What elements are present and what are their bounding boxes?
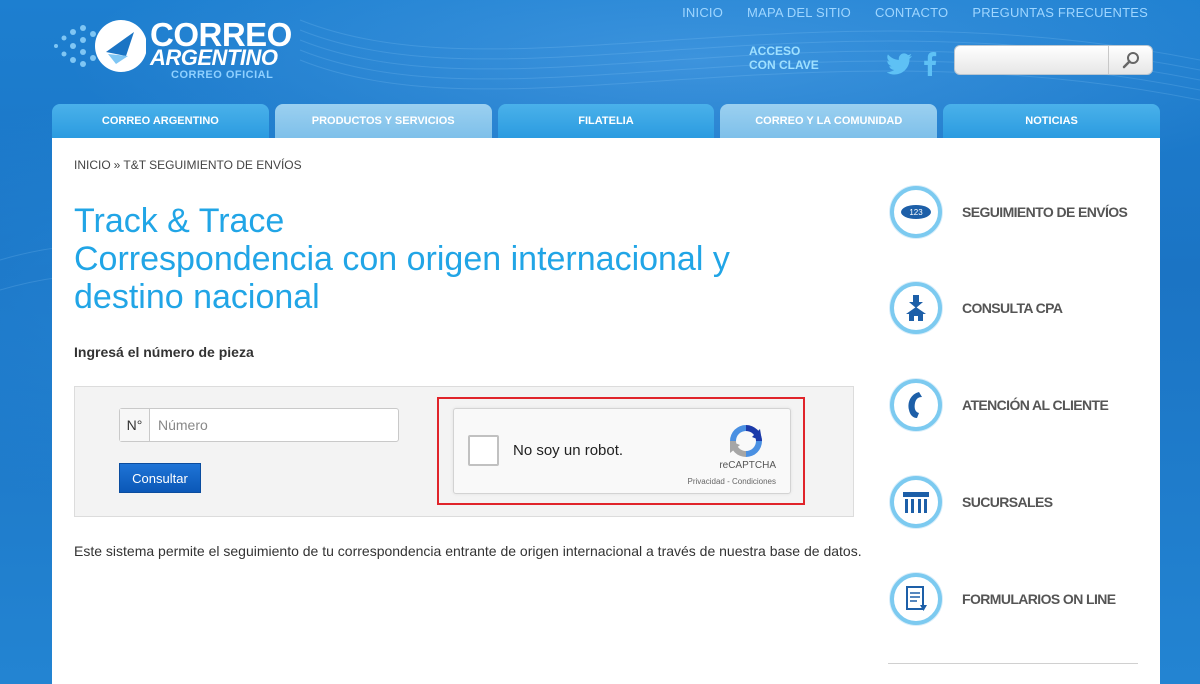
sidebar-item-formularios-on-line[interactable]: FORMULARIOS ON LINE	[890, 569, 1150, 629]
page-title-line2: Correspondencia con origen internacional…	[74, 240, 730, 316]
brand-tagline: CORREO OFICIAL	[171, 69, 274, 81]
logo-mark-icon	[54, 20, 146, 72]
nav-tab-correo-y-la-comunidad[interactable]: CORREO Y LA COMUNIDAD	[720, 104, 938, 138]
tracking-description: Este sistema permite el seguimiento de t…	[74, 543, 862, 559]
top-link-contacto[interactable]: CONTACTO	[875, 5, 948, 20]
page-title-line1: Track & Trace	[74, 202, 285, 240]
recaptcha-brand: reCAPTCHA	[719, 460, 776, 471]
breadcrumb-separator: »	[113, 158, 121, 172]
top-link-inicio[interactable]: INICIO	[682, 5, 723, 20]
number-prefix: N°	[120, 409, 150, 441]
page-title: Track & Trace Correspondencia con origen…	[74, 202, 834, 316]
sidebar-item-atencion-al-cliente[interactable]: ATENCIÓN AL CLIENTE	[890, 375, 1150, 435]
tracking-icon-text: 123	[909, 208, 923, 217]
recaptcha-logo-icon	[730, 425, 762, 457]
sidebar-label-atencion-al-cliente: ATENCIÓN AL CLIENTE	[962, 397, 1109, 413]
tracking-form: N° Consultar No soy un robot. reCAPTCHA …	[74, 386, 854, 517]
acceso-line1: ACCESO	[749, 44, 801, 58]
sidebar-label-formularios: FORMULARIOS ON LINE	[962, 591, 1116, 607]
correo-argentino-logo[interactable]: CORREO ARGENTINO CORREO OFICIAL	[46, 14, 306, 86]
brand-name-line2: ARGENTINO	[150, 45, 278, 70]
branch-icon	[890, 476, 942, 528]
consultar-button[interactable]: Consultar	[119, 463, 201, 493]
recaptcha-terms-link[interactable]: Privacidad - Condiciones	[688, 477, 777, 486]
acceso-con-clave-link[interactable]: ACCESO CON CLAVE	[749, 44, 839, 72]
nav-tab-productos-y-servicios[interactable]: PRODUCTOS Y SERVICIOS	[274, 104, 492, 138]
top-nav: INICIO MAPA DEL SITIO CONTACTO PREGUNTAS…	[682, 5, 1148, 20]
tracking-number-input[interactable]	[150, 409, 398, 441]
tracking-icon: 123	[890, 186, 942, 238]
search-input[interactable]	[961, 50, 1111, 70]
sidebar-label-sucursales: SUCURSALES	[962, 494, 1053, 510]
recaptcha-label: No soy un robot.	[513, 442, 624, 459]
nav-tab-noticias[interactable]: NOTICIAS	[943, 104, 1160, 138]
house-arrow-icon	[890, 282, 942, 334]
sidebar-label-seguimiento: SEGUIMIENTO DE ENVÍOS	[962, 204, 1128, 220]
tracking-input-label: Ingresá el número de pieza	[74, 344, 254, 360]
nav-tab-correo-argentino[interactable]: CORREO ARGENTINO	[52, 104, 269, 138]
twitter-icon[interactable]	[886, 53, 913, 80]
tracking-number-field: N°	[119, 408, 399, 442]
breadcrumb: INICIO» T&T SEGUIMIENTO DE ENVÍOS	[74, 158, 305, 172]
phone-icon	[890, 379, 942, 431]
search-button[interactable]	[1108, 46, 1152, 74]
sidebar-item-sucursales[interactable]: SUCURSALES	[890, 472, 1150, 532]
recaptcha-widget: No soy un robot. reCAPTCHA Privacidad - …	[453, 408, 791, 494]
facebook-icon[interactable]	[923, 52, 937, 81]
nav-tab-filatelia[interactable]: FILATELIA	[497, 104, 715, 138]
breadcrumb-home[interactable]: INICIO	[74, 158, 111, 172]
sidebar-label-consulta-cpa: CONSULTA CPA	[962, 300, 1063, 316]
search-icon	[1122, 52, 1139, 69]
search-box	[954, 45, 1153, 75]
main-nav: CORREO ARGENTINO PRODUCTOS Y SERVICIOS F…	[52, 104, 1160, 138]
sidebar-item-consulta-cpa[interactable]: CONSULTA CPA	[890, 278, 1150, 338]
recaptcha-checkbox[interactable]	[468, 435, 499, 466]
breadcrumb-current: T&T SEGUIMIENTO DE ENVÍOS	[123, 158, 302, 172]
top-link-mapa-del-sitio[interactable]: MAPA DEL SITIO	[747, 5, 851, 20]
top-link-preguntas-frecuentes[interactable]: PREGUNTAS FRECUENTES	[972, 5, 1148, 20]
social-links	[886, 52, 937, 81]
acceso-line2: CON CLAVE	[749, 58, 819, 72]
sidebar-divider	[888, 663, 1138, 664]
form-icon	[890, 573, 942, 625]
content-panel: INICIO» T&T SEGUIMIENTO DE ENVÍOS Track &…	[52, 138, 1160, 684]
sidebar-item-seguimiento-de-envios[interactable]: 123 SEGUIMIENTO DE ENVÍOS	[890, 182, 1150, 242]
